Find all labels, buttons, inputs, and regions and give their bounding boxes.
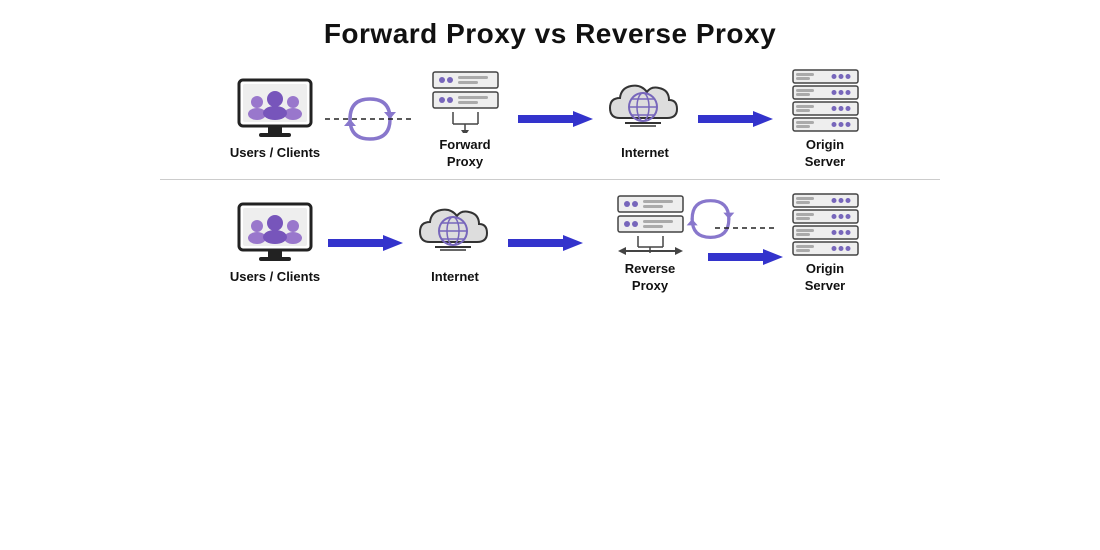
bottom-arrow1 xyxy=(325,232,405,254)
bottom-reverse-proxy-node: ReverseProxy xyxy=(585,192,715,295)
main-title: Forward Proxy vs Reverse Proxy xyxy=(0,0,1100,50)
monitor-icon xyxy=(235,76,315,141)
top-origin-label: OriginServer xyxy=(805,137,845,171)
bottom-reverse-proxy-label: ReverseProxy xyxy=(625,261,676,295)
top-arrow3 xyxy=(695,108,775,130)
blue-arrow-b3 xyxy=(708,246,783,268)
origin-server-icon-bottom xyxy=(788,192,863,257)
section-divider xyxy=(160,179,940,180)
top-users-node: Users / Clients xyxy=(225,76,325,162)
blue-arrow-3 xyxy=(698,108,773,130)
dashed-line-top xyxy=(325,114,415,124)
bottom-arrow2 xyxy=(505,232,585,254)
top-users-label: Users / Clients xyxy=(230,145,320,162)
top-arrow2 xyxy=(515,108,595,130)
dashed-arrow-area xyxy=(715,218,775,268)
top-internet-node: Internet xyxy=(595,76,695,162)
bottom-origin-node: OriginServer xyxy=(775,192,875,295)
top-internet-label: Internet xyxy=(621,145,669,162)
bottom-origin-label: OriginServer xyxy=(805,261,845,295)
top-row: Users / Clients xyxy=(30,60,1070,175)
forward-proxy-server-icon xyxy=(428,68,503,133)
reverse-proxy-server-icon xyxy=(613,192,688,257)
internet-cloud-icon-bottom xyxy=(415,200,495,265)
origin-server-icon-top xyxy=(788,68,863,133)
blue-arrow-b2 xyxy=(508,232,583,254)
top-origin-node: OriginServer xyxy=(775,68,875,171)
top-arrow1 xyxy=(325,94,415,144)
monitor-icon-bottom xyxy=(235,200,315,265)
page-wrapper: Forward Proxy vs Reverse Proxy xyxy=(0,0,1100,299)
diagram-container: Users / Clients xyxy=(0,50,1100,299)
dashed-line-bottom xyxy=(715,218,775,238)
internet-cloud-icon-top xyxy=(605,76,685,141)
blue-arrow-2 xyxy=(518,108,593,130)
blue-arrow-b1 xyxy=(328,232,403,254)
bottom-internet-node: Internet xyxy=(405,200,505,286)
bottom-internet-label: Internet xyxy=(431,269,479,286)
top-forward-proxy-label: ForwardProxy xyxy=(439,137,490,171)
bottom-row: Users / Clients xyxy=(30,184,1070,299)
bottom-users-label: Users / Clients xyxy=(230,269,320,286)
bottom-users-node: Users / Clients xyxy=(225,200,325,286)
top-forward-proxy-node: ForwardProxy xyxy=(415,68,515,171)
